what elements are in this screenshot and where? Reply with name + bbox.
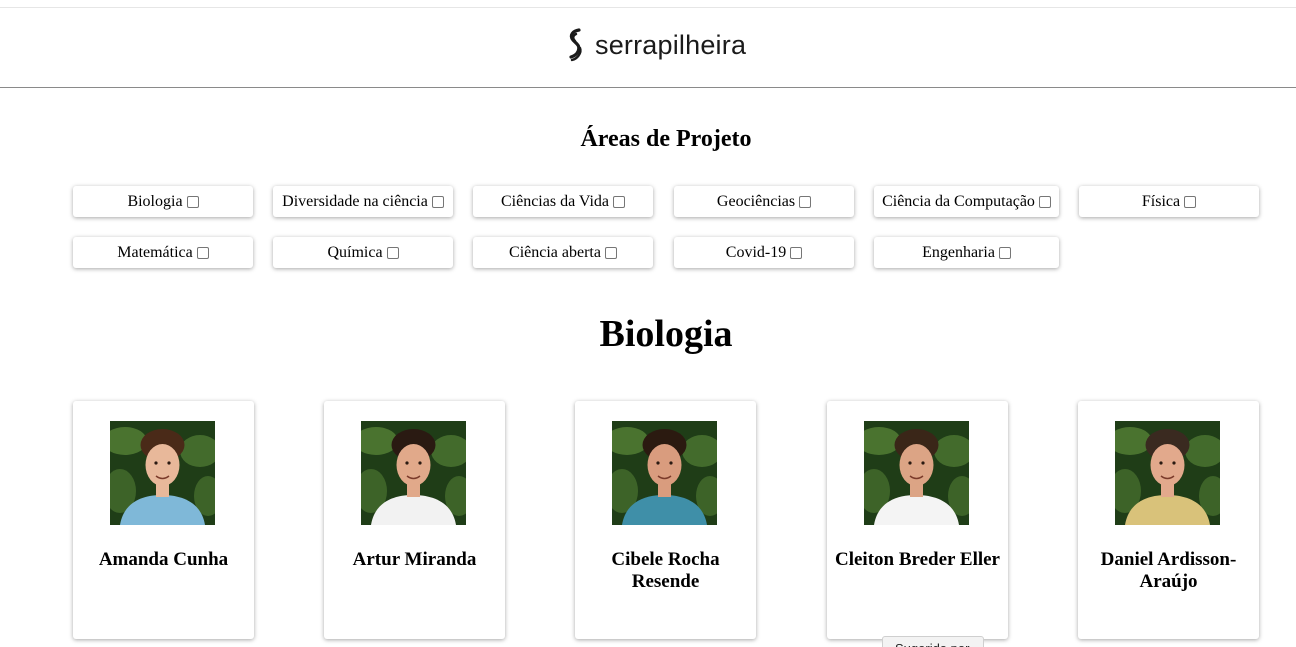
- person-card[interactable]: Daniel Ardisson-Araújo: [1078, 401, 1259, 639]
- filter-label: Geociências: [716, 192, 796, 210]
- filter-biologia[interactable]: Biologia: [73, 186, 253, 217]
- filter-checkbox[interactable]: [790, 247, 803, 259]
- person-photo: [864, 421, 969, 525]
- filter-checkbox[interactable]: [186, 196, 199, 208]
- areas-title: Áreas de Projeto: [580, 126, 752, 152]
- filter-física[interactable]: Física: [1079, 186, 1259, 217]
- person-name[interactable]: Amanda Cunha: [81, 549, 246, 571]
- filter-label: Ciências da Vida: [500, 192, 610, 210]
- person-card[interactable]: Cibele Rocha Resende: [575, 401, 756, 639]
- filter-matemática[interactable]: Matemática: [73, 237, 253, 268]
- site-header: serrapilheira: [0, 8, 1296, 88]
- person-photo: [1115, 421, 1220, 525]
- person-card[interactable]: Cleiton Breder Eller: [827, 401, 1008, 639]
- person-photo: [110, 421, 215, 525]
- filter-label: Matemática: [117, 243, 193, 261]
- filter-label: Engenharia: [922, 243, 995, 261]
- person-name[interactable]: Cibele Rocha Resende: [583, 549, 748, 593]
- filter-ciência-da-computação[interactable]: Ciência da Computação: [874, 186, 1059, 217]
- person-name[interactable]: Cleiton Breder Eller: [835, 549, 1000, 571]
- section-title: Biologia: [599, 313, 733, 355]
- person-photo: [612, 421, 717, 525]
- filter-label: Biologia: [127, 192, 183, 210]
- filter-checkbox[interactable]: [431, 196, 444, 208]
- filter-química[interactable]: Química: [273, 237, 453, 268]
- person-photo: [361, 421, 466, 525]
- filter-ciência-aberta[interactable]: Ciência aberta: [473, 237, 653, 268]
- filter-geociências[interactable]: Geociências: [674, 186, 854, 217]
- filter-checkbox[interactable]: [998, 247, 1011, 259]
- logo-text: serrapilheira: [595, 30, 747, 60]
- filter-checkbox[interactable]: [613, 196, 626, 208]
- filter-checkbox[interactable]: [386, 247, 399, 259]
- serrapilheira-s-icon: [569, 28, 582, 62]
- filter-label: Química: [327, 243, 383, 261]
- filter-ciências-da-vida[interactable]: Ciências da Vida: [473, 186, 653, 217]
- person-name[interactable]: Artur Miranda: [332, 549, 497, 571]
- person-card[interactable]: Artur Miranda: [324, 401, 505, 639]
- filter-checkbox[interactable]: [799, 196, 812, 208]
- person-name[interactable]: Daniel Ardisson-Araújo: [1086, 549, 1251, 593]
- filter-diversidade-na-ciência[interactable]: Diversidade na ciência: [273, 186, 453, 217]
- person-card[interactable]: Amanda Cunha: [73, 401, 254, 639]
- filter-label: Ciência aberta: [509, 243, 601, 261]
- filter-label: Covid-19: [725, 243, 787, 261]
- filter-checkbox[interactable]: [1038, 196, 1051, 208]
- filter-checkbox[interactable]: [1184, 196, 1197, 208]
- filter-checkbox[interactable]: [604, 247, 617, 259]
- filter-engenharia[interactable]: Engenharia: [874, 237, 1059, 268]
- filter-label: Ciência da Computação: [882, 192, 1035, 210]
- site-logo[interactable]: serrapilheira: [564, 27, 746, 63]
- filter-label: Física: [1141, 192, 1181, 210]
- tooltip: Sugerido por: [882, 636, 984, 647]
- filter-checkbox[interactable]: [196, 247, 209, 259]
- filter-covid-19[interactable]: Covid-19: [674, 237, 854, 268]
- filter-label: Diversidade na ciência: [282, 192, 428, 210]
